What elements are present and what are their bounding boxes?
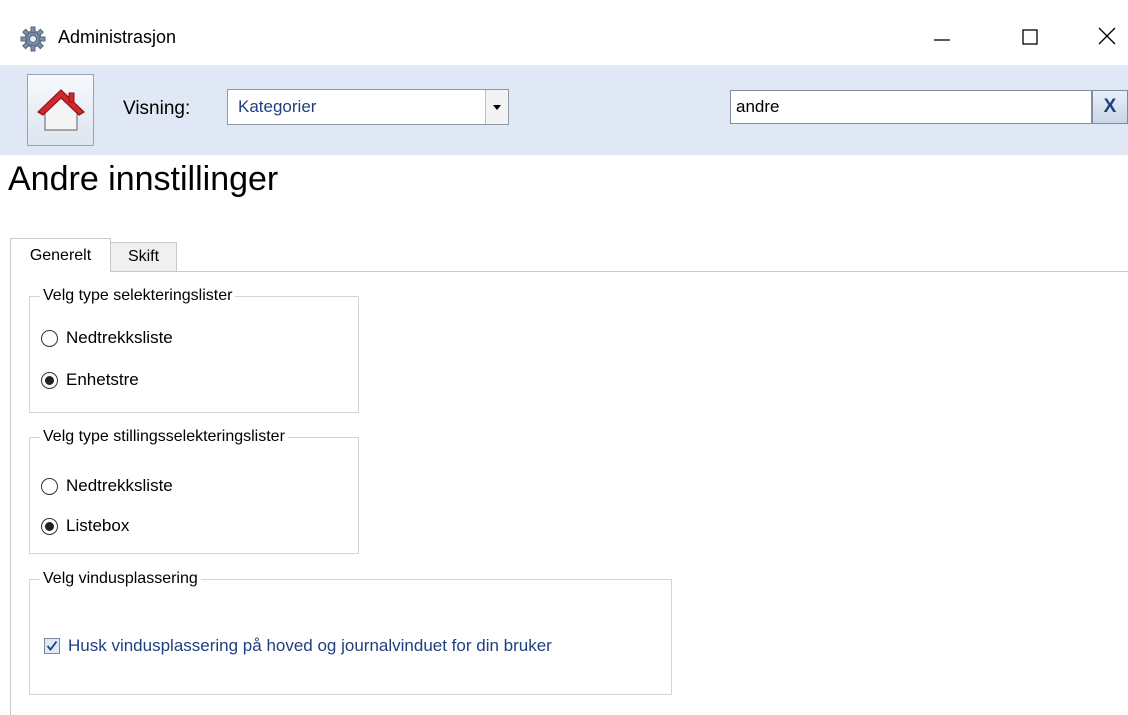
group-legend: Velg type stillingsselekteringslister [40, 428, 288, 446]
view-select-value: Kategorier [238, 97, 317, 116]
page-title: Andre innstillinger [8, 160, 279, 198]
selection-list-group [29, 296, 359, 413]
maximize-icon [1022, 29, 1038, 45]
search-input[interactable] [730, 90, 1092, 124]
clear-search-button[interactable]: X [1092, 90, 1128, 124]
view-select[interactable]: Kategorier [227, 89, 509, 125]
checkbox-label: Husk vindusplassering på hoved og journa… [68, 636, 552, 655]
radio-option[interactable]: Enhetstre [41, 370, 139, 390]
checkbox[interactable] [44, 638, 60, 654]
radio-label: Enhetstre [66, 370, 139, 389]
gear-icon [20, 26, 46, 52]
radio-button[interactable] [41, 477, 58, 495]
minimize-button[interactable] [907, 10, 977, 62]
tab-generelt[interactable]: Generelt [10, 238, 111, 272]
radio-option[interactable]: Nedtrekksliste [41, 476, 173, 496]
chevron-down-icon [493, 105, 501, 110]
checkmark-icon [46, 640, 58, 651]
minimize-icon [934, 39, 950, 41]
radio-button[interactable] [41, 371, 58, 389]
maximize-button[interactable] [995, 10, 1065, 62]
radio-button[interactable] [41, 517, 58, 535]
radio-button[interactable] [41, 329, 58, 347]
window-title: Administrasjon [58, 27, 177, 47]
group-legend: Velg type selekteringslister [40, 287, 236, 305]
radio-label: Listebox [66, 516, 130, 535]
remember-window-checkbox-row[interactable]: Husk vindusplassering på hoved og journa… [44, 636, 552, 656]
radio-label: Nedtrekksliste [66, 328, 173, 347]
home-icon [36, 89, 85, 131]
close-button[interactable] [1072, 10, 1128, 62]
group-legend: Velg vindusplassering [40, 570, 201, 588]
home-button[interactable] [27, 74, 94, 146]
dropdown-button[interactable] [485, 90, 508, 124]
close-icon [1098, 27, 1116, 45]
tab-skift[interactable]: Skift [110, 242, 177, 271]
radio-option[interactable]: Listebox [41, 516, 129, 536]
radio-option[interactable]: Nedtrekksliste [41, 328, 173, 348]
view-label: Visning: [123, 98, 191, 119]
radio-label: Nedtrekksliste [66, 476, 173, 495]
